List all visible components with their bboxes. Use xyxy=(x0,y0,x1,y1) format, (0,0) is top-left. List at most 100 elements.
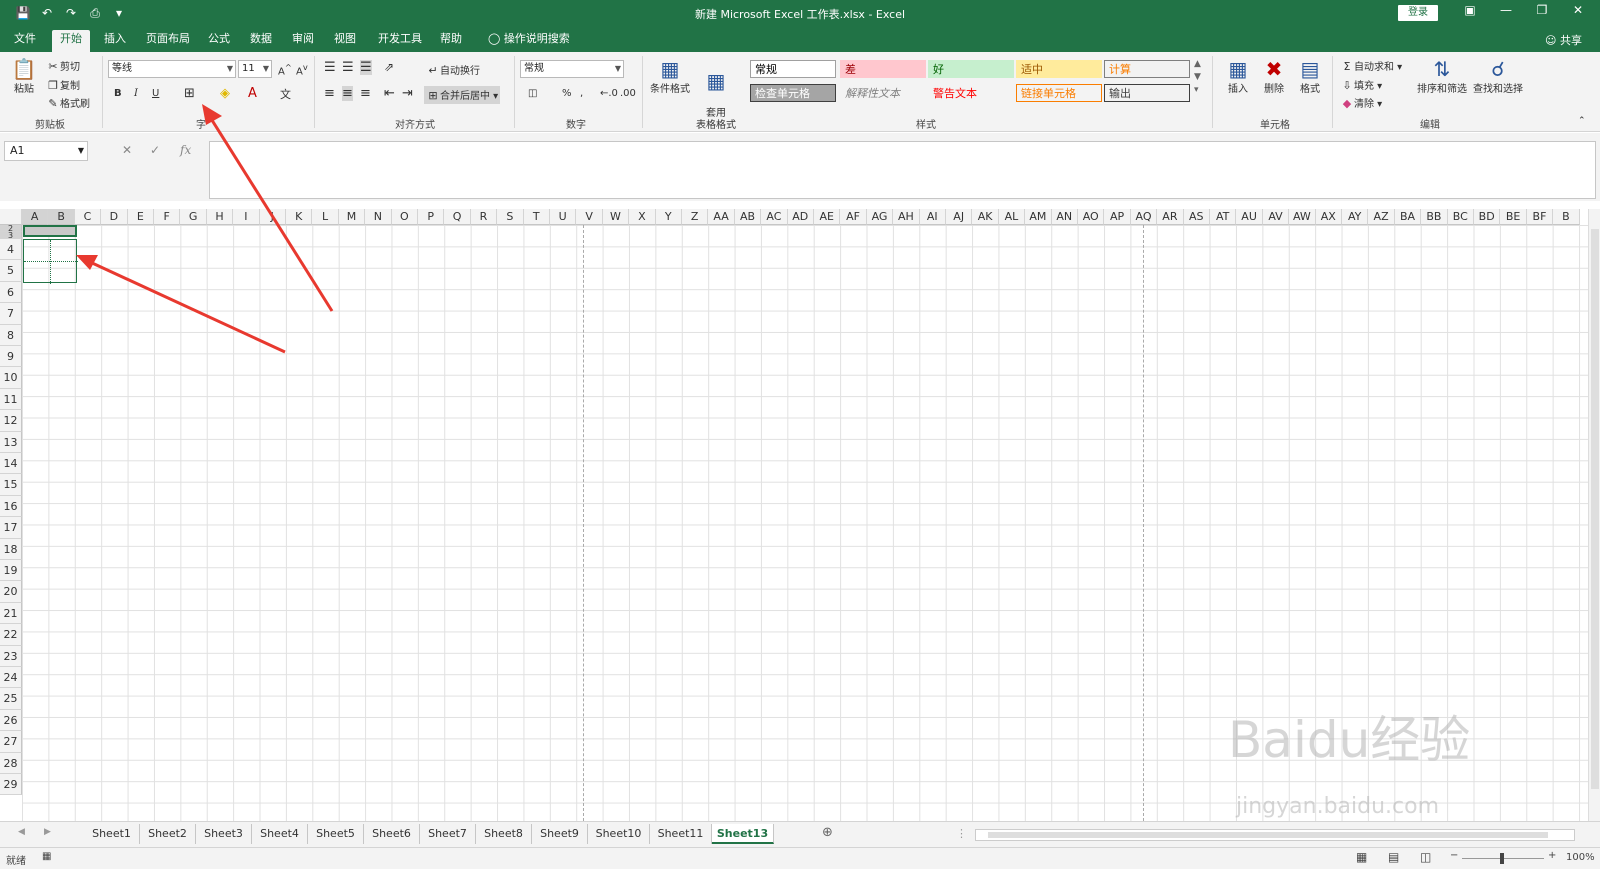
row-header[interactable]: 5 xyxy=(0,260,22,282)
column-header[interactable]: AP xyxy=(1104,209,1131,225)
bold-button[interactable]: B xyxy=(114,88,122,99)
increase-font-icon[interactable]: A^ xyxy=(278,62,292,77)
align-center-icon[interactable]: ≡ xyxy=(342,86,353,101)
normal-view-icon[interactable]: ▦ xyxy=(1356,850,1367,864)
column-header[interactable]: P xyxy=(418,209,445,225)
login-button[interactable]: 登录 xyxy=(1398,5,1438,21)
column-header[interactable]: D xyxy=(101,209,128,225)
style-calculation[interactable]: 计算 xyxy=(1104,60,1190,78)
decrease-indent-icon[interactable]: ⇤ xyxy=(384,86,395,101)
sheet-tab[interactable]: Sheet9 xyxy=(532,824,588,844)
column-header[interactable]: AD xyxy=(787,209,814,225)
column-header[interactable]: N xyxy=(365,209,392,225)
underline-button[interactable]: U xyxy=(152,88,159,99)
vertical-scroll-thumb[interactable] xyxy=(1591,229,1599,789)
column-header[interactable]: E xyxy=(127,209,154,225)
column-header[interactable]: B xyxy=(1553,209,1580,225)
tab-view[interactable]: 视图 xyxy=(326,30,364,52)
cut-button[interactable]: ✂ 剪切 xyxy=(46,58,80,74)
column-header[interactable]: AM xyxy=(1025,209,1052,225)
sheet-tab[interactable]: Sheet6 xyxy=(364,824,420,844)
row-header[interactable]: 25 xyxy=(0,688,22,710)
row-header[interactable]: 4 xyxy=(0,239,22,261)
page-layout-view-icon[interactable]: ▤ xyxy=(1388,850,1399,864)
increase-indent-icon[interactable]: ⇥ xyxy=(402,86,413,101)
row-header[interactable]: 16 xyxy=(0,495,22,518)
column-header[interactable]: AZ xyxy=(1368,209,1395,225)
row-header[interactable]: 20 xyxy=(0,581,22,603)
align-left-icon[interactable]: ≡ xyxy=(324,86,335,101)
align-bottom-icon[interactable]: ☰ xyxy=(360,60,372,75)
row-header[interactable]: 27 xyxy=(0,731,22,753)
sheet-tab[interactable]: Sheet3 xyxy=(196,824,252,844)
column-header[interactable]: M xyxy=(338,209,366,225)
cancel-icon[interactable]: ✕ xyxy=(122,143,132,157)
decrease-font-icon[interactable]: Av xyxy=(296,62,308,77)
column-header[interactable]: F xyxy=(154,209,181,225)
column-header[interactable]: AS xyxy=(1183,209,1210,225)
row-header[interactable]: 14 xyxy=(0,453,22,475)
style-output[interactable]: 输出 xyxy=(1104,84,1190,102)
find-select-button[interactable]: ☌ 查找和选择 xyxy=(1470,56,1526,96)
column-header[interactable]: AN xyxy=(1051,209,1078,225)
tab-review[interactable]: 审阅 xyxy=(284,30,322,52)
tab-developer[interactable]: 开发工具 xyxy=(370,30,430,52)
column-header[interactable]: O xyxy=(391,209,418,225)
column-header[interactable]: AO xyxy=(1078,209,1105,225)
column-header[interactable]: G xyxy=(180,209,207,225)
column-header[interactable]: AI xyxy=(919,209,946,225)
number-format-select[interactable]: 常规 ▼ xyxy=(520,60,624,78)
insert-cells-button[interactable]: ▦ 插入 xyxy=(1218,56,1258,96)
zoom-out-icon[interactable]: − xyxy=(1450,850,1458,861)
accounting-icon[interactable]: ◫ xyxy=(528,88,537,99)
column-header[interactable]: AB xyxy=(734,209,762,225)
column-header[interactable]: AK xyxy=(972,209,999,225)
format-cells-button[interactable]: ▤ 格式 xyxy=(1290,56,1330,96)
sheet-tab[interactable]: Sheet5 xyxy=(308,824,364,844)
sheet-tab[interactable]: Sheet4 xyxy=(252,824,308,844)
column-header[interactable]: J xyxy=(259,209,286,225)
paste-button[interactable]: 📋 粘贴 xyxy=(4,56,44,96)
row-header[interactable]: 9 xyxy=(0,346,22,368)
style-neutral[interactable]: 适中 xyxy=(1016,60,1102,78)
font-color-icon[interactable]: A xyxy=(248,86,257,101)
fx-icon[interactable]: fx xyxy=(180,143,191,157)
tab-insert[interactable]: 插入 xyxy=(96,30,134,52)
style-warning[interactable]: 警告文本 xyxy=(928,84,1014,102)
style-check-cell[interactable]: 检查单元格 xyxy=(750,84,836,102)
row-header[interactable]: 15 xyxy=(0,474,22,496)
phonetic-icon[interactable]: 文 xyxy=(280,86,291,102)
italic-button[interactable]: I xyxy=(134,88,138,99)
row-header[interactable]: 24 xyxy=(0,667,22,689)
sheet-tab[interactable]: Sheet10 xyxy=(588,824,650,844)
restore-icon[interactable]: ❐ xyxy=(1524,3,1560,17)
scroll-right-icon[interactable]: ▶ xyxy=(44,827,51,837)
scroll-left-icon[interactable]: ◀ xyxy=(18,827,25,837)
fill-color-icon[interactable]: ◈ xyxy=(220,86,230,101)
column-header[interactable]: AW xyxy=(1289,209,1316,225)
check-icon[interactable]: ✓ xyxy=(150,143,160,157)
column-header[interactable]: Q xyxy=(444,209,471,225)
name-box[interactable]: A1 ▼ xyxy=(4,141,88,161)
column-header[interactable]: AE xyxy=(814,209,841,225)
column-header[interactable]: BD xyxy=(1474,209,1501,225)
merge-center-button[interactable]: ⊞ 合并后居中 ▾ xyxy=(424,86,501,104)
row-header[interactable]: 29 xyxy=(0,774,22,796)
share-button[interactable]: ☺ 共享 xyxy=(1545,32,1582,48)
column-header[interactable]: V xyxy=(576,209,603,225)
sort-filter-button[interactable]: ⇅ 排序和筛选 xyxy=(1414,56,1470,96)
column-header[interactable]: AL xyxy=(998,209,1026,225)
column-header[interactable]: L xyxy=(312,209,339,225)
column-header[interactable]: AV xyxy=(1262,209,1290,225)
comma-button[interactable]: , xyxy=(580,88,583,99)
styles-scroll-icon[interactable]: ▲ ▼ ▾ xyxy=(1194,58,1201,97)
row-header[interactable]: 12 xyxy=(0,410,22,432)
tab-data[interactable]: 数据 xyxy=(242,30,280,52)
align-right-icon[interactable]: ≡ xyxy=(360,86,371,101)
row-header[interactable]: 19 xyxy=(0,560,22,582)
decrease-decimal-icon[interactable]: .00 xyxy=(620,88,636,99)
horizontal-scrollbar[interactable] xyxy=(975,829,1575,841)
zoom-in-icon[interactable]: + xyxy=(1548,850,1556,861)
orientation-icon[interactable]: ⇗ xyxy=(384,60,394,74)
column-header[interactable]: Y xyxy=(655,209,682,225)
